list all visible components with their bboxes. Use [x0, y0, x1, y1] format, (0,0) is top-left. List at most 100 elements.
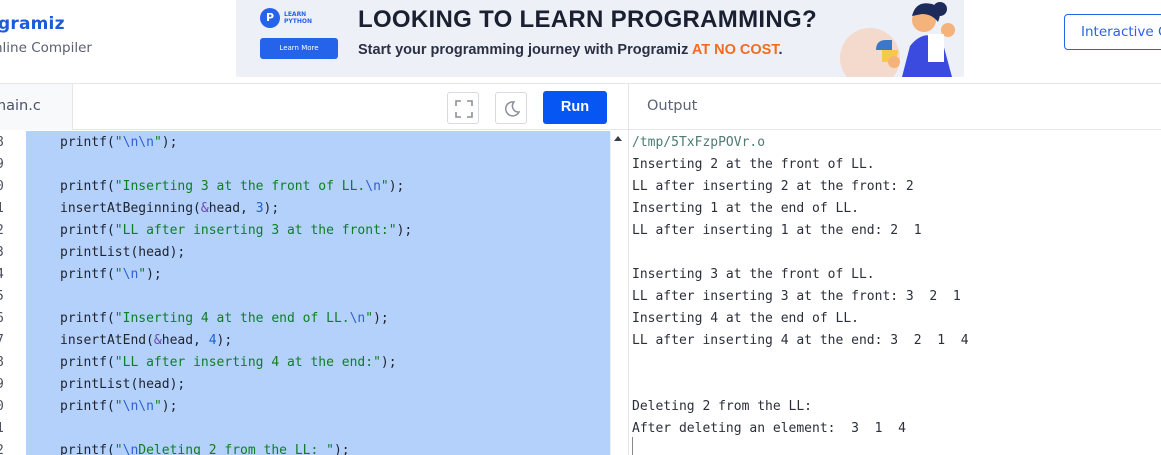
code-token: head, [161, 333, 209, 348]
line-number: 9 [0, 374, 22, 396]
code-token: "Inserting 3 at the front of LL. [114, 179, 366, 194]
editor-scrollbar[interactable] [610, 131, 628, 455]
output-line: Inserting 4 at the end of LL. [632, 311, 859, 326]
code-token: insertAtEnd( [60, 333, 154, 348]
ad-banner[interactable]: P LEARN PYTHON Learn More LOOKING TO LEA… [236, 0, 964, 77]
line-number: 7 [0, 330, 22, 352]
code-text: insertAtBeginning(&head, 3); [60, 198, 279, 220]
logo-text-learn: LEARN [284, 11, 307, 18]
expand-icon [455, 100, 473, 118]
code-token: \n [349, 311, 366, 326]
code-token: \n\n [122, 135, 154, 150]
code-token: insertAtBeginning( [60, 201, 201, 216]
code-line[interactable]: 5 [0, 286, 610, 308]
code-line[interactable]: 0 printf("\n\n"); [0, 396, 610, 418]
banner-illustration [840, 2, 955, 77]
code-line[interactable]: 2 printf("\nDeleting 2 from the LL: "); [0, 440, 610, 455]
code-token: Deleting 2 from the LL: " [138, 443, 334, 455]
output-header: Output [629, 84, 1161, 130]
code-token: ); [388, 179, 405, 194]
code-text: printList(head); [60, 242, 185, 264]
code-text: printf("LL after inserting 4 at the end:… [60, 352, 397, 374]
scroll-up-arrow-icon[interactable] [614, 136, 622, 141]
code-text: insertAtEnd(&head, 4); [60, 330, 232, 352]
code-token: " [365, 311, 374, 326]
line-number: 6 [0, 308, 22, 330]
output-console[interactable]: /tmp/5TxFzpPOVr.o Inserting 2 at the fron… [629, 131, 1161, 455]
code-line[interactable]: 9 [0, 154, 610, 176]
file-tab-main[interactable]: main.c [0, 84, 73, 130]
code-token: "Inserting 4 at the end of LL. [114, 311, 350, 326]
line-number: 0 [0, 176, 22, 198]
output-line: LL after inserting 1 at the end: 2 1 [632, 223, 922, 238]
code-line[interactable]: 0 printf("Inserting 3 at the front of LL.… [0, 176, 610, 198]
code-token: \n [365, 179, 381, 194]
code-token: \n [122, 443, 139, 455]
output-line: After deleting an element: 3 1 4 [632, 421, 906, 436]
code-token: " [153, 399, 162, 414]
output-line: LL after inserting 3 at the front: 3 2 1 [632, 289, 961, 304]
output-binary-path: /tmp/5TxFzpPOVr.o [632, 135, 766, 150]
code-token: & [153, 333, 162, 348]
code-line[interactable]: 7 insertAtEnd(&head, 4); [0, 330, 610, 352]
code-token: printf( [60, 443, 115, 455]
run-button[interactable]: Run [543, 91, 607, 124]
code-line[interactable]: 1 [0, 418, 610, 440]
code-text: printf("\n\n"); [60, 396, 177, 418]
editor-toolbar: main.c Run [0, 84, 628, 130]
programiz-logo-icon: P [260, 8, 280, 28]
theme-toggle-button[interactable] [495, 92, 527, 124]
line-number: 8 [0, 352, 22, 374]
code-token: \n [122, 267, 139, 282]
code-token: printf( [60, 355, 115, 370]
code-token: "LL after inserting 3 at the front:" [114, 223, 397, 238]
output-title: Output [647, 98, 698, 114]
line-number: 1 [0, 198, 22, 220]
code-editor[interactable]: 8printf("\n\n");90printf("Inserting 3 at… [0, 131, 628, 455]
code-token: ); [161, 135, 178, 150]
brand-logo[interactable]: gramiz [0, 14, 65, 34]
code-token: printf( [60, 135, 115, 150]
fullscreen-button[interactable] [447, 92, 479, 124]
banner-accent-text: AT NO COST [691, 42, 779, 58]
code-line[interactable]: 9 printList(head); [0, 374, 610, 396]
code-token: ); [396, 223, 413, 238]
line-number: 2 [0, 440, 22, 455]
site-header: gramiz nline Compiler P LEARN PYTHON Lea… [0, 0, 1161, 84]
code-token: \n\n [122, 399, 154, 414]
code-token: " [380, 179, 389, 194]
moon-icon [504, 101, 521, 117]
code-token: printList(head); [60, 245, 186, 260]
code-token: printList(head); [60, 377, 186, 392]
code-line[interactable]: 8 printf("LL after inserting 4 at the end… [0, 352, 610, 374]
code-line[interactable]: 4printf("\n"); [0, 264, 610, 286]
code-token: ); [216, 333, 233, 348]
output-line: Deleting 2 from the LL: [632, 399, 813, 414]
code-token: " [114, 443, 123, 455]
brand-subtitle: nline Compiler [0, 40, 92, 56]
code-token: printf( [60, 311, 115, 326]
interactive-course-button[interactable]: Interactive C [1064, 14, 1161, 50]
code-text: printf("Inserting 3 at the front of LL.\… [60, 176, 404, 198]
code-line[interactable]: 2 printf("LL after inserting 3 at the fro… [0, 220, 610, 242]
banner-headline: LOOKING TO LEARN PROGRAMMING? [358, 6, 817, 33]
banner-subline-end: . [778, 42, 783, 58]
code-text: printf("\nDeleting 2 from the LL: "); [60, 440, 350, 455]
console-cursor [632, 437, 633, 455]
code-token: "LL after inserting 4 at the end:" [114, 355, 381, 370]
code-token: " [114, 135, 123, 150]
code-token: & [200, 201, 209, 216]
learn-more-button[interactable]: Learn More [260, 38, 338, 59]
code-token: " [153, 135, 162, 150]
code-line[interactable]: 1 insertAtBeginning(&head, 3); [0, 198, 610, 220]
code-line[interactable]: 8printf("\n\n"); [0, 132, 610, 154]
banner-subline: Start your programming journey with Prog… [358, 42, 783, 58]
code-line[interactable]: 3 printList(head); [0, 242, 610, 264]
code-token: ); [161, 399, 178, 414]
code-token: ); [373, 311, 389, 326]
line-number: 3 [0, 242, 22, 264]
code-line[interactable]: 6 printf("Inserting 4 at the end of LL.\n… [0, 308, 610, 330]
line-number: 0 [0, 396, 22, 418]
code-token: " [114, 267, 123, 282]
banner-subline-text: Start your programming journey with Prog… [358, 42, 692, 58]
